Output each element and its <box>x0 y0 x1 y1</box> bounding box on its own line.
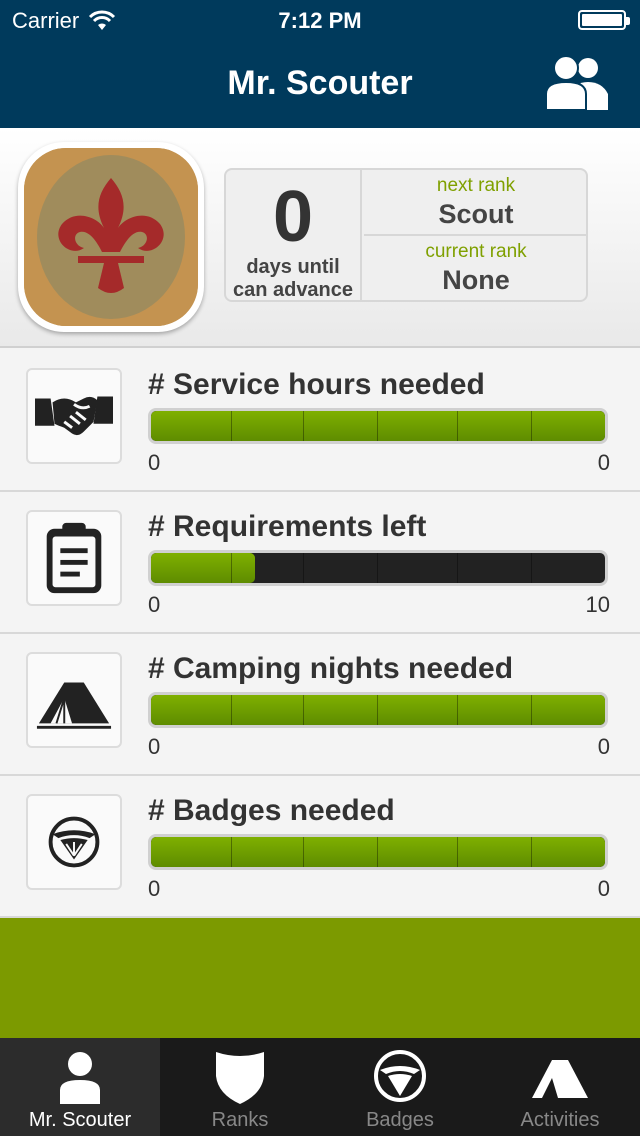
days-label-line2: can advance <box>232 279 354 301</box>
progress-bar <box>148 550 608 586</box>
fleur-de-lis-icon <box>24 148 198 326</box>
progress-min: 0 <box>148 450 161 475</box>
progress-min: 0 <box>148 592 161 617</box>
current-rank: current rank None <box>364 236 588 300</box>
clipboard-icon <box>26 510 122 606</box>
rank-summary-card: 0 days until can advance next rank Scout… <box>0 128 640 348</box>
progress-min: 0 <box>148 876 161 901</box>
battery-icon <box>578 10 630 30</box>
row-title: # Badges needed <box>148 794 395 827</box>
progress-row-service-hours[interactable]: # Service hours needed 0 0 <box>0 350 640 492</box>
rank-info-box: 0 days until can advance next rank Scout… <box>224 168 588 302</box>
progress-bar-fill <box>151 411 605 441</box>
tent-icon <box>26 652 122 748</box>
next-rank: next rank Scout <box>364 170 588 236</box>
tab-mr-scouter[interactable]: Mr. Scouter <box>0 1038 160 1136</box>
progress-bar <box>148 692 608 728</box>
progress-bar <box>148 834 608 870</box>
progress-list: # Service hours needed 0 0 # Requirement… <box>0 350 640 918</box>
progress-row-badges[interactable]: # Badges needed 0 0 <box>0 776 640 918</box>
tab-ranks[interactable]: Ranks <box>160 1038 320 1136</box>
progress-max: 10 <box>585 592 610 617</box>
progress-bar-fill <box>151 695 605 725</box>
days-until-advance: 0 days until can advance <box>226 170 362 301</box>
progress-bar-fill <box>151 837 605 867</box>
tab-label: Activities <box>520 1109 600 1131</box>
green-footer-band <box>0 918 640 1038</box>
row-title: # Service hours needed <box>148 368 485 401</box>
next-rank-value: Scout <box>438 199 514 229</box>
progress-bar-fill <box>151 553 256 583</box>
handshake-icon <box>26 368 122 464</box>
top-bar: Carrier 7:12 PM Mr. Scouter <box>0 0 640 128</box>
progress-row-requirements[interactable]: # Requirements left 0 10 <box>0 492 640 634</box>
current-rank-caption: current rank <box>425 241 527 262</box>
shield-icon <box>216 1052 264 1104</box>
days-label-line1: days until <box>246 256 340 278</box>
progress-min: 0 <box>148 734 161 759</box>
progress-max: 0 <box>597 734 610 759</box>
tab-label: Badges <box>366 1109 434 1131</box>
progress-row-camping-nights[interactable]: # Camping nights needed 0 0 <box>0 634 640 776</box>
progress-max: 0 <box>597 450 610 475</box>
tab-label: Mr. Scouter <box>28 1109 132 1131</box>
tab-badges[interactable]: Badges <box>320 1038 480 1136</box>
next-rank-caption: next rank <box>436 175 516 196</box>
tab-bar: Mr. Scouter Ranks Badges Activities <box>0 1038 640 1136</box>
days-value: 0 <box>272 177 314 257</box>
progress-bar <box>148 408 608 444</box>
eagle-shield-icon <box>374 1050 426 1102</box>
tab-activities[interactable]: Activities <box>480 1038 640 1136</box>
people-icon[interactable] <box>544 54 610 112</box>
tent-icon <box>532 1060 588 1098</box>
tab-label: Ranks <box>211 1109 269 1131</box>
status-time: 7:12 PM <box>278 8 362 33</box>
current-rank-value: None <box>442 265 510 295</box>
eagle-shield-icon <box>26 794 122 890</box>
person-icon <box>60 1052 100 1104</box>
rank-badge[interactable] <box>18 142 204 332</box>
row-title: # Requirements left <box>148 510 427 543</box>
status-bar: Carrier 7:12 PM <box>0 0 640 40</box>
progress-max: 0 <box>597 876 610 901</box>
row-title: # Camping nights needed <box>148 652 514 685</box>
